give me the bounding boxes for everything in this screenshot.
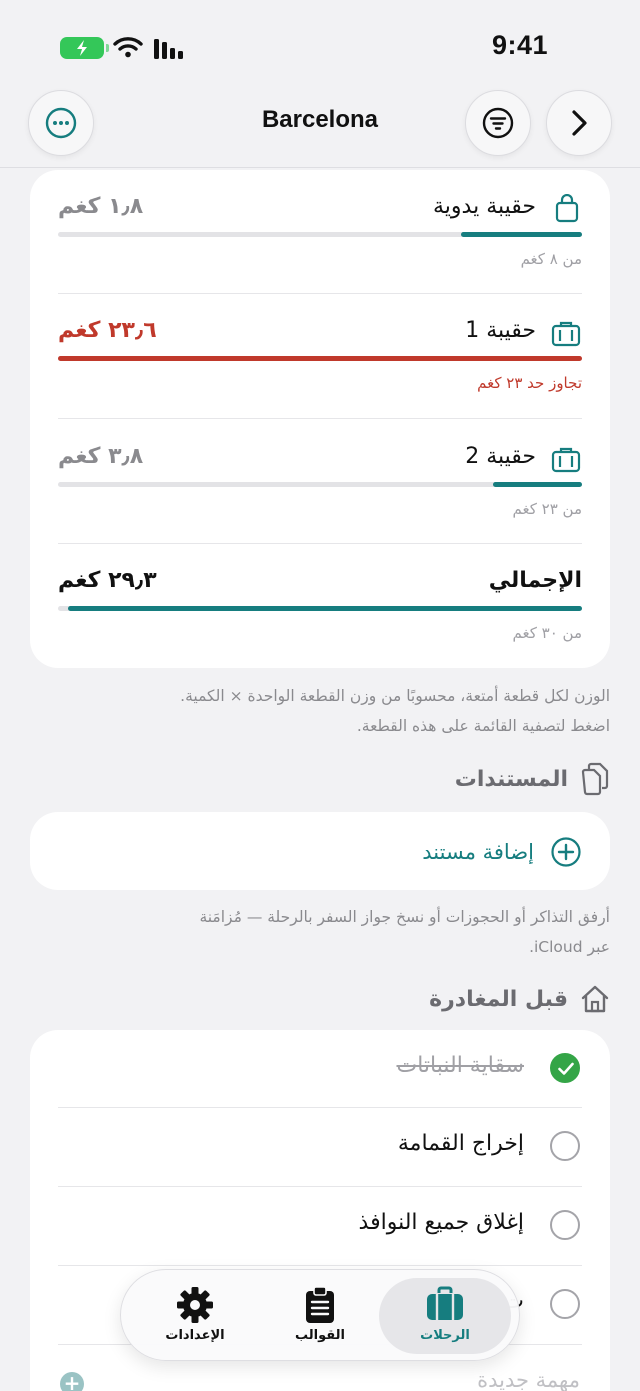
- status-time: 9:41: [491, 30, 548, 60]
- bag-weight: ١٫٨ كغم: [58, 194, 144, 219]
- total-limit-text: من ٣٠ كغم: [512, 624, 583, 642]
- forward-button[interactable]: [546, 90, 612, 156]
- suitcase-icon: [551, 321, 581, 347]
- weight-progress-fill: [461, 232, 582, 237]
- wifi-icon: [113, 37, 143, 58]
- chevron-right-icon: [572, 110, 587, 136]
- total-weight-row: الإجمالي ٢٩٫٣ كغم من ٣٠ كغم: [58, 568, 582, 658]
- task-row[interactable]: إغلاق جميع النوافذ: [58, 1187, 582, 1265]
- add-task-icon[interactable]: +: [60, 1372, 84, 1391]
- row-divider: [58, 418, 582, 419]
- bag-limit-text: من ٨ كغم: [520, 250, 582, 268]
- task-checkbox[interactable]: [550, 1289, 580, 1319]
- weight-note-line: اضغط لتصفية القائمة على هذه القطعة.: [356, 717, 610, 735]
- page-title: Barcelona: [261, 106, 379, 133]
- status-bar: 9:41: [0, 0, 640, 90]
- row-divider: [58, 543, 582, 544]
- bag-limit-text: من ٢٣ كغم: [512, 500, 583, 518]
- total-progress-fill: [68, 606, 582, 611]
- luggage-weight-card: حقيبة يدوية ١٫٨ كغم من ٨ كغم حقيبة 1 ٢٣٫…: [30, 170, 610, 668]
- documents-note-line: عبر iCloud.: [529, 938, 610, 956]
- weight-progress-fill: [492, 482, 582, 487]
- task-row[interactable]: سقاية النباتات: [58, 1030, 582, 1108]
- battery-charging-icon: [60, 37, 109, 59]
- total-label: الإجمالي: [488, 568, 582, 593]
- task-checkbox[interactable]: [550, 1210, 580, 1240]
- filter-icon: [482, 107, 514, 139]
- tab-label: القوالب: [295, 1328, 345, 1343]
- weight-progress-bar: [58, 356, 582, 361]
- total-progress-bar: [58, 606, 582, 611]
- documents-note-line: أرفق التذاكر أو الحجوزات أو نسخ جواز الس…: [199, 908, 610, 926]
- bag-row-hand[interactable]: حقيبة يدوية ١٫٨ كغم من ٨ كغم: [58, 194, 582, 294]
- clipboard-icon: [306, 1286, 334, 1323]
- task-row[interactable]: إخراج القمامة: [58, 1108, 582, 1186]
- task-label: إخراج القمامة: [397, 1131, 524, 1156]
- plus-circle-icon: [551, 837, 581, 867]
- weight-note: الوزن لكل قطعة أمتعة، محسوبًا من وزن الق…: [50, 681, 610, 741]
- bag-weight: ٣٫٨ كغم: [58, 444, 144, 469]
- bag-weight-over-limit: ٢٣٫٦ كغم: [58, 318, 157, 343]
- suitcase-icon: [551, 447, 581, 473]
- bag-row-2[interactable]: حقيبة 2 ٣٫٨ كغم من ٢٣ كغم: [58, 444, 582, 544]
- weight-note-line: الوزن لكل قطعة أمتعة، محسوبًا من وزن الق…: [180, 687, 610, 705]
- add-document-card[interactable]: إضافة مستند: [30, 812, 610, 890]
- bag-row-1[interactable]: حقيبة 1 ٢٣٫٦ كغم تجاوز حد ٢٣ كغم: [58, 318, 582, 418]
- tab-label: الإعدادات: [165, 1328, 225, 1343]
- tab-templates[interactable]: القوالب: [254, 1278, 386, 1354]
- documents-note: أرفق التذاكر أو الحجوزات أو نسخ جواز الس…: [50, 902, 610, 962]
- checkmark-icon: [558, 1062, 574, 1075]
- new-task-input[interactable]: مهمة جديدة +: [60, 1368, 580, 1391]
- bag-name: حقيبة يدوية: [432, 194, 536, 219]
- new-task-placeholder: مهمة جديدة: [477, 1368, 580, 1391]
- task-label: سقاية النباتات: [396, 1053, 524, 1078]
- over-limit-warning: تجاوز حد ٢٣ كغم: [477, 374, 582, 392]
- section-title: المستندات: [454, 766, 568, 792]
- filter-button[interactable]: [465, 90, 531, 156]
- documents-section-header: المستندات: [455, 762, 610, 796]
- weight-progress-fill: [58, 356, 582, 361]
- add-document-label: إضافة مستند: [422, 840, 534, 864]
- documents-icon: [581, 762, 609, 796]
- gear-icon: [177, 1287, 213, 1323]
- row-divider: [58, 293, 582, 294]
- section-title: قبل المغادرة: [429, 986, 568, 1012]
- house-icon: [581, 985, 609, 1013]
- nav-divider: [0, 167, 640, 168]
- bag-name: حقيبة 2: [465, 444, 536, 469]
- weight-progress-bar: [58, 482, 582, 487]
- task-checkbox[interactable]: [550, 1131, 580, 1161]
- before-departure-section-header: قبل المغادرة: [429, 984, 610, 1014]
- task-label: إغلاق جميع النوافذ: [358, 1210, 524, 1235]
- task-checkbox-checked[interactable]: [550, 1053, 580, 1083]
- tab-label: الرحلات: [420, 1328, 470, 1343]
- bag-name: حقيبة 1: [465, 318, 536, 343]
- total-weight: ٢٩٫٣ كغم: [58, 568, 157, 593]
- add-document-button[interactable]: إضافة مستند: [422, 836, 582, 868]
- bag-icon: [555, 194, 579, 223]
- tab-settings[interactable]: الإعدادات: [129, 1278, 261, 1354]
- suitcase-icon: [427, 1286, 463, 1320]
- weight-progress-bar: [58, 232, 582, 237]
- cellular-signal-icon: [154, 39, 183, 59]
- tab-trips[interactable]: الرحلات: [379, 1278, 511, 1354]
- tab-bar: الرحلات القوالب الإعدادات: [120, 1269, 520, 1361]
